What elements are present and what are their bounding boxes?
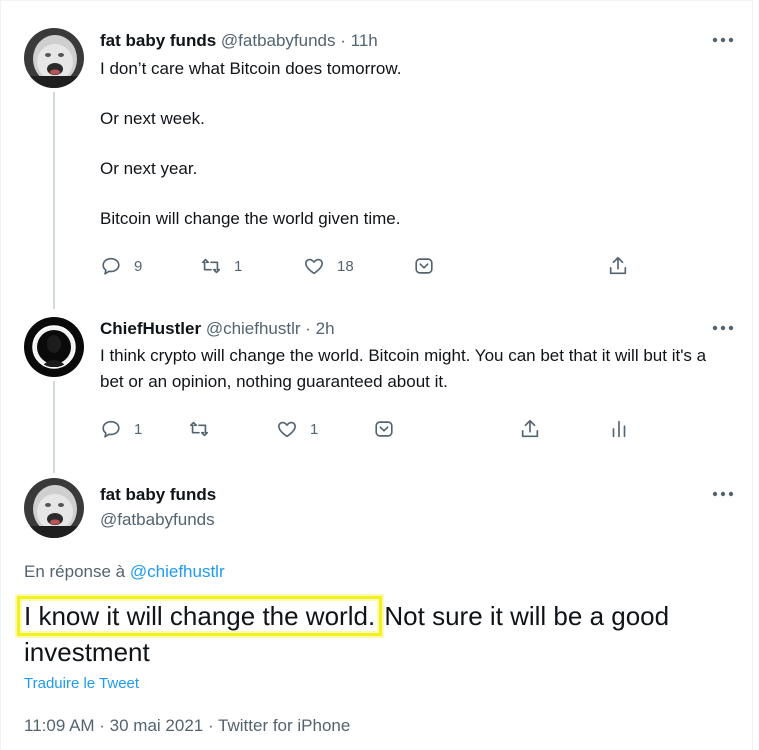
reply-count: 9 — [134, 257, 143, 275]
tweet-paragraph: Or next week. — [100, 109, 205, 128]
display-name[interactable]: fat baby funds — [100, 485, 216, 505]
main-tweet-text: I know it will change the world. Not sur… — [16, 596, 714, 670]
avatar[interactable] — [24, 28, 84, 88]
reply-count: 1 — [134, 420, 143, 438]
tweet-paragraph: Bitcoin will change the world given time… — [100, 209, 401, 228]
retweet-icon — [188, 418, 210, 440]
translate-link[interactable]: Traduire le Tweet — [24, 675, 139, 692]
bookmark-icon — [373, 418, 395, 440]
like-count: 1 — [310, 420, 319, 438]
more-icon[interactable] — [711, 318, 735, 338]
avatar[interactable] — [24, 478, 84, 538]
separator: · — [300, 319, 316, 338]
share-icon — [519, 418, 541, 440]
display-name[interactable]: ChiefHustler — [100, 319, 201, 338]
share-button[interactable] — [519, 417, 541, 441]
retweet-button[interactable] — [188, 417, 210, 441]
bookmark-icon — [413, 255, 435, 277]
reply-context: En réponse à @chiefhustlr — [24, 562, 225, 582]
reply-button[interactable]: 1 — [100, 417, 142, 441]
tweet-header: ChiefHustler @chiefhustlr · 2h — [100, 319, 335, 339]
thread-line — [53, 381, 55, 473]
like-button[interactable]: 1 — [276, 417, 318, 441]
more-icon[interactable] — [711, 484, 735, 504]
handle[interactable]: @chiefhustlr — [206, 319, 301, 338]
thread-line — [53, 92, 55, 309]
bookmark-button[interactable] — [373, 417, 395, 441]
bookmark-button[interactable] — [413, 254, 435, 278]
avatar[interactable] — [24, 317, 84, 377]
reply-to-link[interactable]: @chiefhustlr — [130, 562, 225, 581]
retweet-button[interactable]: 1 — [200, 254, 242, 278]
reply-icon — [100, 255, 122, 277]
handle[interactable]: @fatbabyfunds — [221, 31, 336, 50]
like-icon — [303, 255, 325, 277]
tweet-timestamp[interactable]: 11:09 AM · 30 mai 2021 · Twitter for iPh… — [24, 716, 350, 736]
tweet-paragraph: I don’t care what Bitcoin does tomorrow. — [100, 59, 402, 78]
tweet-paragraph: I think crypto will change the world. Bi… — [100, 346, 707, 391]
highlighted-text: I know it will change the world. — [16, 596, 383, 636]
analytics-icon — [608, 418, 630, 440]
reply-icon — [100, 418, 122, 440]
reply-prefix: En réponse à — [24, 562, 126, 581]
retweet-icon — [200, 255, 222, 277]
analytics-button[interactable] — [608, 417, 630, 441]
more-icon[interactable] — [711, 30, 735, 50]
tweet-text: I don’t care what Bitcoin does tomorrow.… — [100, 56, 401, 232]
tweet-time[interactable]: 2h — [316, 319, 335, 338]
share-icon — [607, 255, 629, 277]
like-icon — [276, 418, 298, 440]
reply-button[interactable]: 9 — [100, 254, 142, 278]
like-button[interactable]: 18 — [303, 254, 354, 278]
handle[interactable]: @fatbabyfunds — [100, 510, 215, 530]
tweet-time[interactable]: 11h — [351, 31, 378, 50]
tweet-header: fat baby funds @fatbabyfunds · 11h — [100, 31, 378, 51]
separator: · — [335, 31, 351, 50]
tweet-text: I think crypto will change the world. Bi… — [100, 343, 720, 395]
share-button[interactable] — [607, 254, 629, 278]
tweet-paragraph: Or next year. — [100, 159, 198, 178]
display-name[interactable]: fat baby funds — [100, 31, 216, 50]
retweet-count: 1 — [234, 257, 243, 275]
like-count: 18 — [337, 257, 354, 275]
